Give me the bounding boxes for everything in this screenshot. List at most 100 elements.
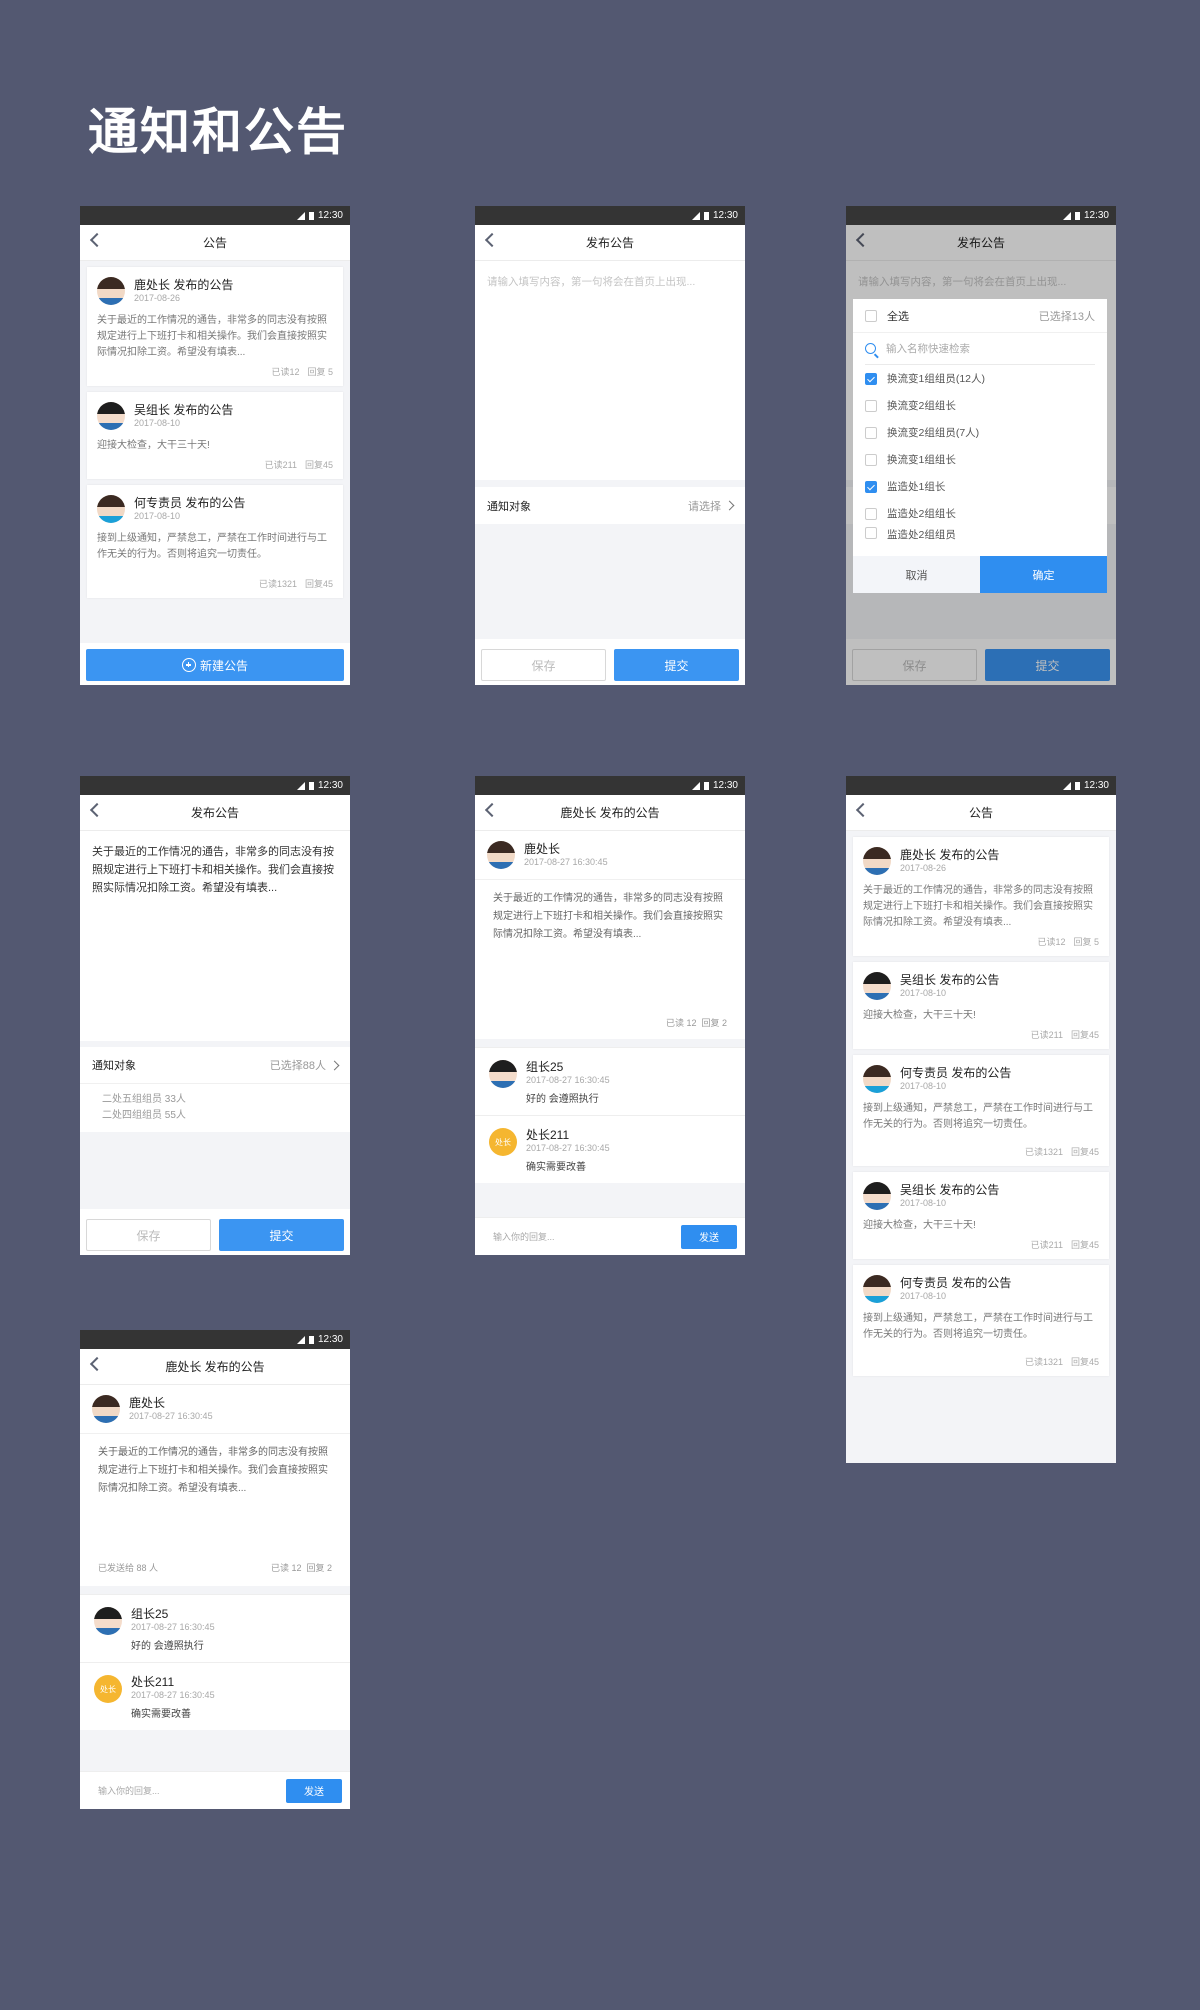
reply-item: 处长 处长211 2017-08-27 16:30:45 确实需要改善 [80,1662,350,1730]
card-body: 迎接大检查，大干三十天! [97,440,210,451]
search-input[interactable]: 输入名称快速检索 [865,333,1095,365]
announcement-card[interactable]: 吴组长 发布的公告 2017-08-10 迎接大检查，大干三十天! 已读211 回复… [853,962,1109,1049]
screen-announcement-list: 12:30 公告 鹿处长 发布的公告 2017-08-26 关于最近的工作情况的通… [80,206,350,685]
screen-publish-picker: 12:30 发布公告 请输入填写内容，第一句将会在首页上出现... 保存 提交 … [846,206,1116,685]
avatar [863,1275,891,1303]
battery-icon [308,1335,314,1344]
notify-target-row[interactable]: 通知对象 已选择88人 [80,1047,350,1084]
back-icon[interactable] [89,1356,105,1372]
card-date: 2017-08-10 [134,418,181,428]
select-all-checkbox[interactable] [865,309,877,322]
send-button[interactable]: 发送 [286,1778,342,1803]
avatar [489,1060,517,1088]
battery-icon [1074,211,1080,220]
picker-option[interactable]: 监造处2组组员 [853,527,1107,541]
avatar [94,1607,122,1635]
author-row: 鹿处长 2017-08-27 16:30:45 [80,1385,350,1433]
group-item: 二处五组组员 33人 [102,1094,186,1105]
battery-icon [308,211,314,220]
nav-bar: 鹿处长 发布的公告 [475,795,745,831]
picker-option[interactable]: 监造处2组组长 [853,500,1107,527]
status-time: 12:30 [317,210,343,221]
notify-target-row[interactable]: 通知对象 请选择 [475,487,745,524]
status-bar: 12:30 [80,1330,350,1349]
role-badge-avatar: 处长 [94,1675,122,1703]
battery-icon [703,211,709,220]
signal-icon [296,211,305,220]
announcement-card[interactable]: 何专责员 发布的公告 2017-08-10 接到上级通知，严禁怠工，严禁在工作时间… [853,1265,1109,1376]
save-button[interactable]: 保存 [481,649,606,681]
content-textarea[interactable]: 关于最近的工作情况的通告，非常多的同志没有按照规定进行上下班打卡和相关操作。我们… [80,831,350,1041]
nav-bar: 发布公告 [80,795,350,831]
battery-icon [308,781,314,790]
announcement-card[interactable]: 鹿处长 发布的公告 2017-08-26 关于最近的工作情况的通告，非常多的同志没… [87,267,343,386]
sent-to-count: 已发送给 88 人 [98,1563,159,1573]
cancel-button[interactable]: 取消 [853,556,980,593]
checkbox-checked[interactable] [865,480,877,493]
back-icon[interactable] [89,802,105,818]
checkbox[interactable] [865,426,877,439]
signal-icon [1062,781,1071,790]
signal-icon [691,211,700,220]
checkbox-checked[interactable] [865,372,877,385]
card-author: 何专责员 发布的公告 [134,496,246,510]
nav-bar: 公告 [846,795,1116,831]
signal-icon [296,1335,305,1344]
group-item: 二处四组组员 55人 [102,1110,186,1121]
submit-button[interactable]: 提交 [614,649,739,681]
announcement-card[interactable]: 鹿处长 发布的公告 2017-08-26 关于最近的工作情况的通告，非常多的同志没… [853,837,1109,956]
announcement-card[interactable]: 何专责员 发布的公告 2017-08-10 接到上级通知，严禁怠工，严禁在工作时间… [853,1055,1109,1166]
battery-icon [1074,781,1080,790]
confirm-button[interactable]: 确定 [980,556,1107,593]
back-icon[interactable] [855,802,871,818]
reply-item: 处长 处长211 2017-08-27 16:30:45 确实需要改善 [475,1115,745,1183]
card-date: 2017-08-10 [134,511,181,521]
card-author: 吴组长 发布的公告 [134,403,234,417]
picker-option[interactable]: 换流变1组组员(12人) [853,365,1107,392]
checkbox[interactable] [865,527,877,539]
send-button[interactable]: 发送 [681,1224,737,1249]
picker-option[interactable]: 监造处1组长 [853,473,1107,500]
reply-input[interactable]: 输入你的回复... [493,1230,555,1243]
nav-bar: 发布公告 [475,225,745,261]
new-announcement-button[interactable]: 新建公告 [86,649,344,681]
checkbox[interactable] [865,453,877,466]
back-icon[interactable] [89,232,105,248]
announcement-card[interactable]: 吴组长 发布的公告 2017-08-10 迎接大检查，大干三十天! 已读211 回复… [853,1172,1109,1259]
battery-icon [703,781,709,790]
reply-input[interactable]: 输入你的回复... [98,1784,160,1797]
avatar [97,495,125,523]
announcement-card[interactable]: 何专责员 发布的公告 2017-08-10 接到上级通知，严禁怠工，严禁在工作时间… [87,485,343,598]
back-icon[interactable] [484,802,500,818]
plus-circle-icon [181,658,196,672]
submit-button[interactable]: 提交 [219,1219,344,1251]
author-name: 鹿处长 [524,842,561,856]
status-bar: 12:30 [846,206,1116,225]
avatar [97,402,125,430]
avatar [863,972,891,1000]
avatar [863,1065,891,1093]
picker-option[interactable]: 换流变2组组长 [853,392,1107,419]
reply-item: 组长25 2017-08-27 16:30:45 好的 会遵照执行 [475,1047,745,1115]
page-title: 通知和公告 [88,103,348,161]
card-stats: 已读1321 回复45 [258,579,333,589]
picker-option[interactable]: 换流变1组组长 [853,446,1107,473]
checkbox[interactable] [865,507,877,520]
post-time: 2017-08-27 16:30:45 [524,857,608,867]
checkbox[interactable] [865,399,877,412]
back-icon[interactable] [484,232,500,248]
status-bar: 12:30 [475,776,745,795]
selected-count: 已选择13人 [1038,310,1095,323]
save-button[interactable]: 保存 [86,1219,211,1251]
content-textarea[interactable]: 请输入填写内容，第一句将会在首页上出现... [475,261,745,480]
avatar [97,277,125,305]
nav-bar: 鹿处长 发布的公告 [80,1349,350,1385]
status-bar: 12:30 [846,776,1116,795]
picker-option[interactable]: 换流变2组组员(7人) [853,419,1107,446]
announcement-card[interactable]: 吴组长 发布的公告 2017-08-10 迎接大检查，大干三十天! 已读211 回复… [87,392,343,479]
author-row: 鹿处长 2017-08-27 16:30:45 [475,831,745,879]
nav-title: 公告 [202,236,227,250]
card-stats: 已读12 回复 5 [271,367,333,377]
card-body: 关于最近的工作情况的通告，非常多的同志没有按照规定进行上下班打卡和相关操作。我们… [97,315,327,358]
card-author: 鹿处长 发布的公告 [134,278,234,292]
